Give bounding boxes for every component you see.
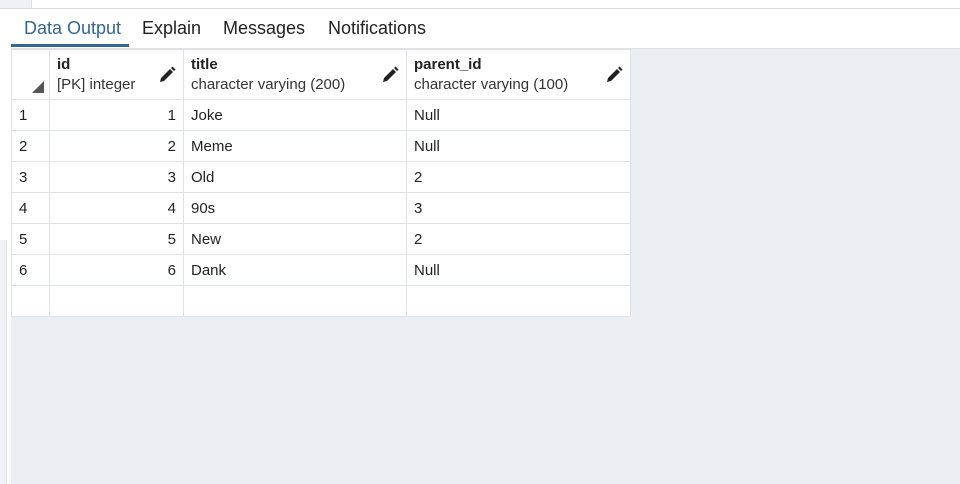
row-number[interactable]: 5 <box>11 223 50 255</box>
table-row[interactable]: 6 6 Dank Null <box>11 254 631 286</box>
tab-messages[interactable]: Messages <box>223 9 305 46</box>
tab-explain[interactable]: Explain <box>142 9 201 46</box>
row-number[interactable]: 1 <box>11 99 50 131</box>
active-tab-underline <box>11 44 129 47</box>
cell-id[interactable]: 1 <box>49 99 184 131</box>
table-row[interactable]: 5 5 New 2 <box>11 223 631 255</box>
corner-triangle-icon <box>32 81 44 93</box>
new-cell-title[interactable] <box>183 285 407 317</box>
left-gutter <box>0 9 11 484</box>
left-gutter-bar <box>0 240 7 484</box>
column-header-id[interactable]: id [PK] integer <box>49 49 184 100</box>
header-row: id [PK] integer title character varying … <box>11 49 631 100</box>
pencil-icon[interactable] <box>158 66 176 84</box>
cell-id[interactable]: 5 <box>49 223 184 255</box>
cell-id[interactable]: 3 <box>49 161 184 193</box>
tab-notifications[interactable]: Notifications <box>328 9 426 46</box>
cell-parent-id[interactable]: Null <box>406 99 631 131</box>
column-name: title <box>191 56 218 73</box>
cell-parent-id[interactable]: 2 <box>406 223 631 255</box>
results-tab-bar: Data Output Explain Messages Notificatio… <box>11 9 960 49</box>
column-header-title[interactable]: title character varying (200) <box>183 49 407 100</box>
cell-title[interactable]: Old <box>183 161 407 193</box>
cell-title[interactable]: Joke <box>183 99 407 131</box>
cell-parent-id[interactable]: 3 <box>406 192 631 224</box>
new-cell-id[interactable] <box>49 285 184 317</box>
new-row-number[interactable] <box>11 285 50 317</box>
table-row[interactable]: 4 4 90s 3 <box>11 192 631 224</box>
pencil-icon[interactable] <box>381 66 399 84</box>
table-row[interactable]: 1 1 Joke Null <box>11 99 631 131</box>
cell-id[interactable]: 2 <box>49 130 184 162</box>
cell-title[interactable]: New <box>183 223 407 255</box>
cell-id[interactable]: 4 <box>49 192 184 224</box>
cell-id[interactable]: 6 <box>49 254 184 286</box>
data-grid-area: id [PK] integer title character varying … <box>11 49 960 484</box>
cell-parent-id[interactable]: Null <box>406 254 631 286</box>
top-strip <box>0 0 960 9</box>
table-row[interactable]: 3 3 Old 2 <box>11 161 631 193</box>
column-name: id <box>57 56 71 73</box>
select-all-corner[interactable] <box>11 49 50 100</box>
new-cell-parent-id[interactable] <box>406 285 631 317</box>
column-type: character varying (100) <box>414 76 569 93</box>
top-strip-left-block <box>0 0 32 8</box>
cell-parent-id[interactable]: Null <box>406 130 631 162</box>
new-row[interactable] <box>11 285 631 317</box>
cell-title[interactable]: 90s <box>183 192 407 224</box>
tab-data-output[interactable]: Data Output <box>24 9 121 46</box>
column-type: [PK] integer <box>57 76 136 93</box>
data-grid: id [PK] integer title character varying … <box>11 49 631 317</box>
column-type: character varying (200) <box>191 76 346 93</box>
row-number[interactable]: 6 <box>11 254 50 286</box>
cell-title[interactable]: Meme <box>183 130 407 162</box>
row-number[interactable]: 4 <box>11 192 50 224</box>
column-header-parent-id[interactable]: parent_id character varying (100) <box>406 49 631 100</box>
pencil-icon[interactable] <box>605 66 623 84</box>
query-results-panel: Data Output Explain Messages Notificatio… <box>0 0 960 484</box>
cell-title[interactable]: Dank <box>183 254 407 286</box>
table-row[interactable]: 2 2 Meme Null <box>11 130 631 162</box>
cell-parent-id[interactable]: 2 <box>406 161 631 193</box>
column-name: parent_id <box>414 56 482 73</box>
row-number[interactable]: 2 <box>11 130 50 162</box>
row-number[interactable]: 3 <box>11 161 50 193</box>
